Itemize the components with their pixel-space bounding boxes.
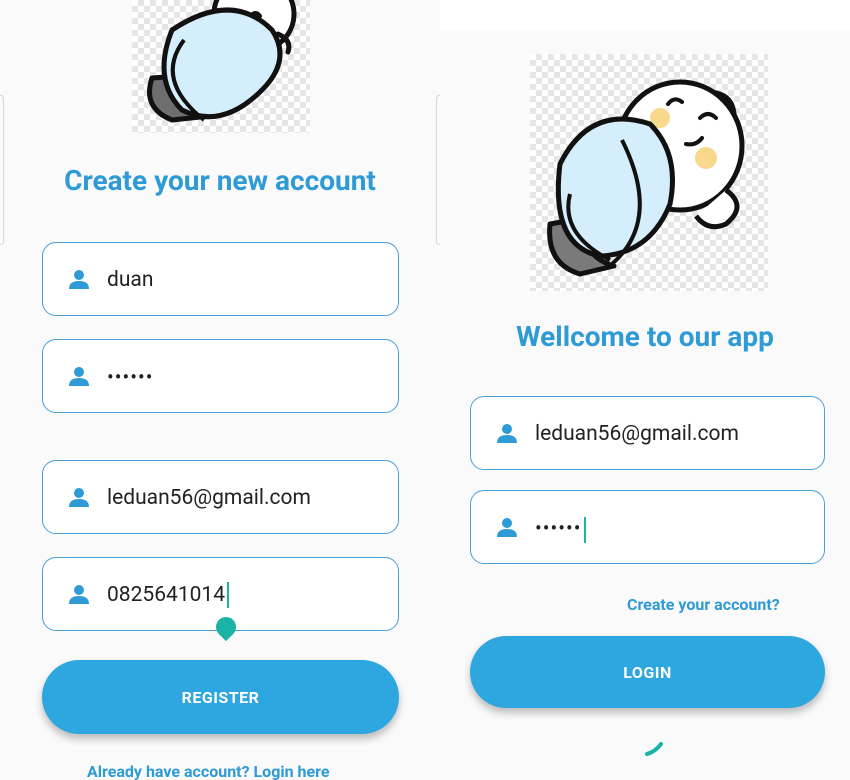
loading-spinner-icon [645, 742, 663, 756]
person-icon [497, 518, 517, 537]
login-screen: Wellcome to our app leduan56@gmail.com •… [440, 30, 850, 780]
person-icon [69, 585, 89, 604]
create-account-link[interactable]: Create your account? [627, 595, 780, 614]
username-value: duan [107, 268, 154, 292]
password-field[interactable]: •••••• [470, 490, 825, 564]
text-cursor [583, 516, 586, 543]
login-link[interactable]: Already have account? Login here [87, 762, 329, 780]
phone-text: 0825641014 [107, 583, 226, 607]
register-screen: Create your new account duan •••••• ledu… [0, 0, 440, 780]
person-icon [69, 367, 89, 386]
password-value: •••••• [535, 491, 586, 565]
register-button[interactable]: REGISTER [42, 660, 399, 734]
email-value: leduan56@gmail.com [107, 486, 311, 510]
password-text: •••••• [535, 516, 582, 540]
password-value: •••••• [107, 365, 154, 389]
login-button[interactable]: LOGIN [470, 636, 825, 708]
email-field[interactable]: leduan56@gmail.com [470, 396, 825, 470]
mascot-image [547, 79, 745, 277]
password-field[interactable]: •••••• [42, 339, 399, 413]
text-cursor [227, 582, 230, 609]
person-icon [69, 488, 89, 507]
mascot-image [147, 0, 297, 123]
email-value: leduan56@gmail.com [535, 422, 739, 446]
person-icon [497, 424, 517, 443]
email-field[interactable]: leduan56@gmail.com [42, 460, 399, 534]
person-icon [69, 270, 89, 289]
page-title: Wellcome to our app [516, 320, 774, 353]
phone-value: 0825641014 [107, 558, 230, 632]
username-field[interactable]: duan [42, 242, 399, 316]
page-title: Create your new account [64, 164, 376, 197]
